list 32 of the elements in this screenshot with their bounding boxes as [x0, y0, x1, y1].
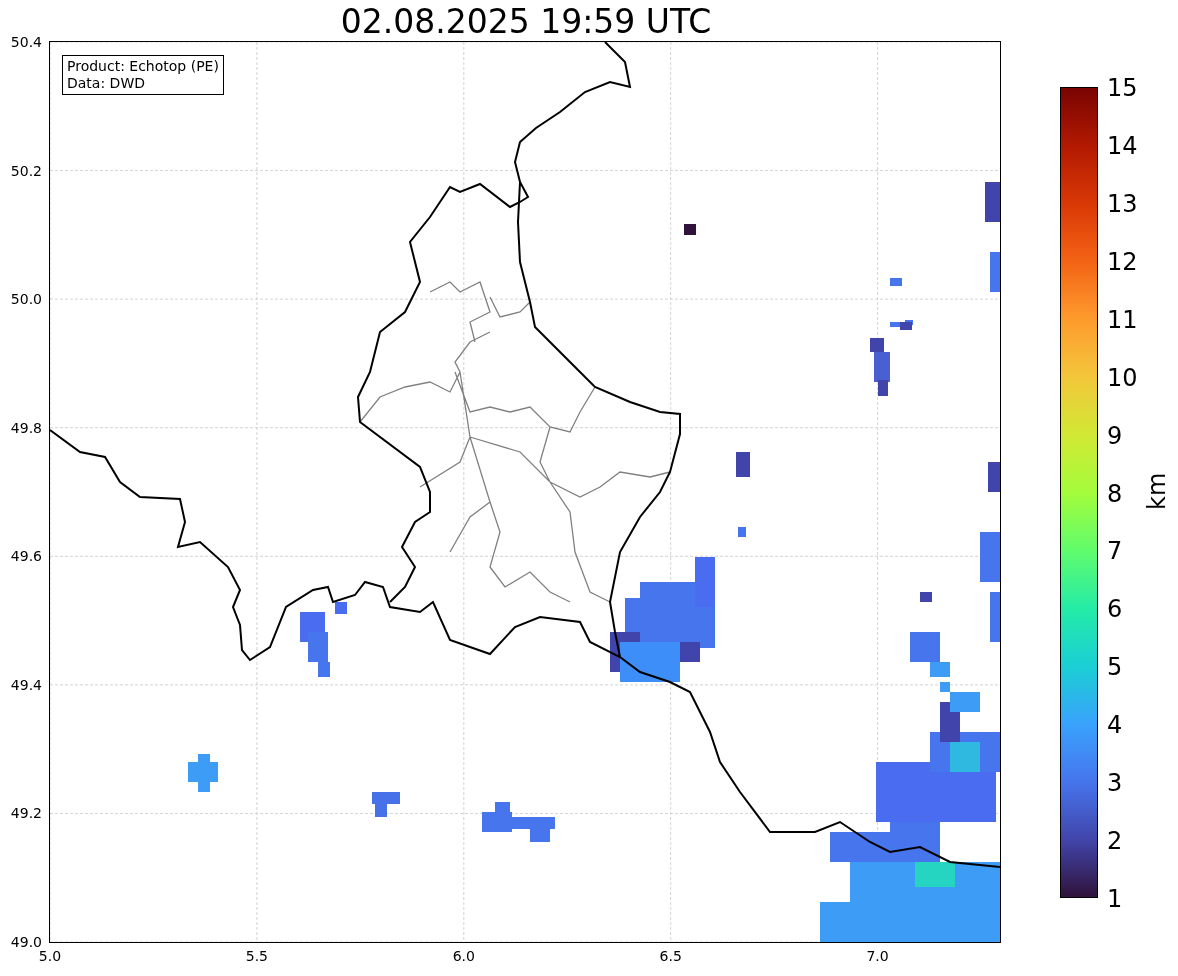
info-text: Product: Echotop (PE): [67, 58, 219, 75]
y-tick-label: 49.0: [10, 934, 42, 950]
y-tick-label: 50.2: [10, 162, 42, 179]
colorbar-tick-label: 15: [1107, 74, 1138, 102]
colorbar-tick-label: 8: [1107, 479, 1123, 508]
colorbar-label: km: [1142, 476, 1172, 510]
colorbar-tick-label: 10: [1107, 363, 1138, 392]
colorbar-tick-label: 1: [1107, 885, 1123, 913]
y-tick-label: 50.0: [10, 291, 42, 308]
colorbar-tick-label: 11: [1107, 305, 1138, 334]
y-tick-label: 49.8: [10, 419, 42, 436]
info-text: Data: DWD: [67, 75, 146, 92]
colorbar-tick-label: 3: [1107, 769, 1123, 798]
y-tick-label: 49.6: [10, 548, 42, 565]
x-tick-label: 7.0: [866, 948, 889, 964]
x-tick-label: 6.5: [659, 948, 682, 964]
y-tick-label: 50.4: [10, 34, 42, 50]
colorbar-tick-label: 9: [1107, 421, 1123, 450]
y-tick-label: 49.4: [10, 676, 42, 693]
colorbar-tick-label: 2: [1107, 827, 1123, 856]
x-tick-label: 5.5: [245, 948, 268, 964]
colorbar-tick-label: 6: [1107, 595, 1123, 624]
colorbar-tick-label: 13: [1107, 189, 1138, 218]
y-tick-label: 49.2: [10, 805, 42, 822]
colorbar-tick-label: 5: [1107, 653, 1123, 682]
colorbar-tick-label: 14: [1107, 131, 1138, 160]
colorbar-tick-label: 7: [1107, 537, 1123, 566]
colorbar-tick-label: 4: [1107, 711, 1123, 740]
colorbar-tick-label: 12: [1107, 247, 1138, 276]
chart-title: 02.08.2025 19:59 UTC: [339, 2, 713, 42]
x-tick-label: 6.0: [452, 948, 475, 964]
x-tick-label: 5.0: [38, 948, 62, 964]
